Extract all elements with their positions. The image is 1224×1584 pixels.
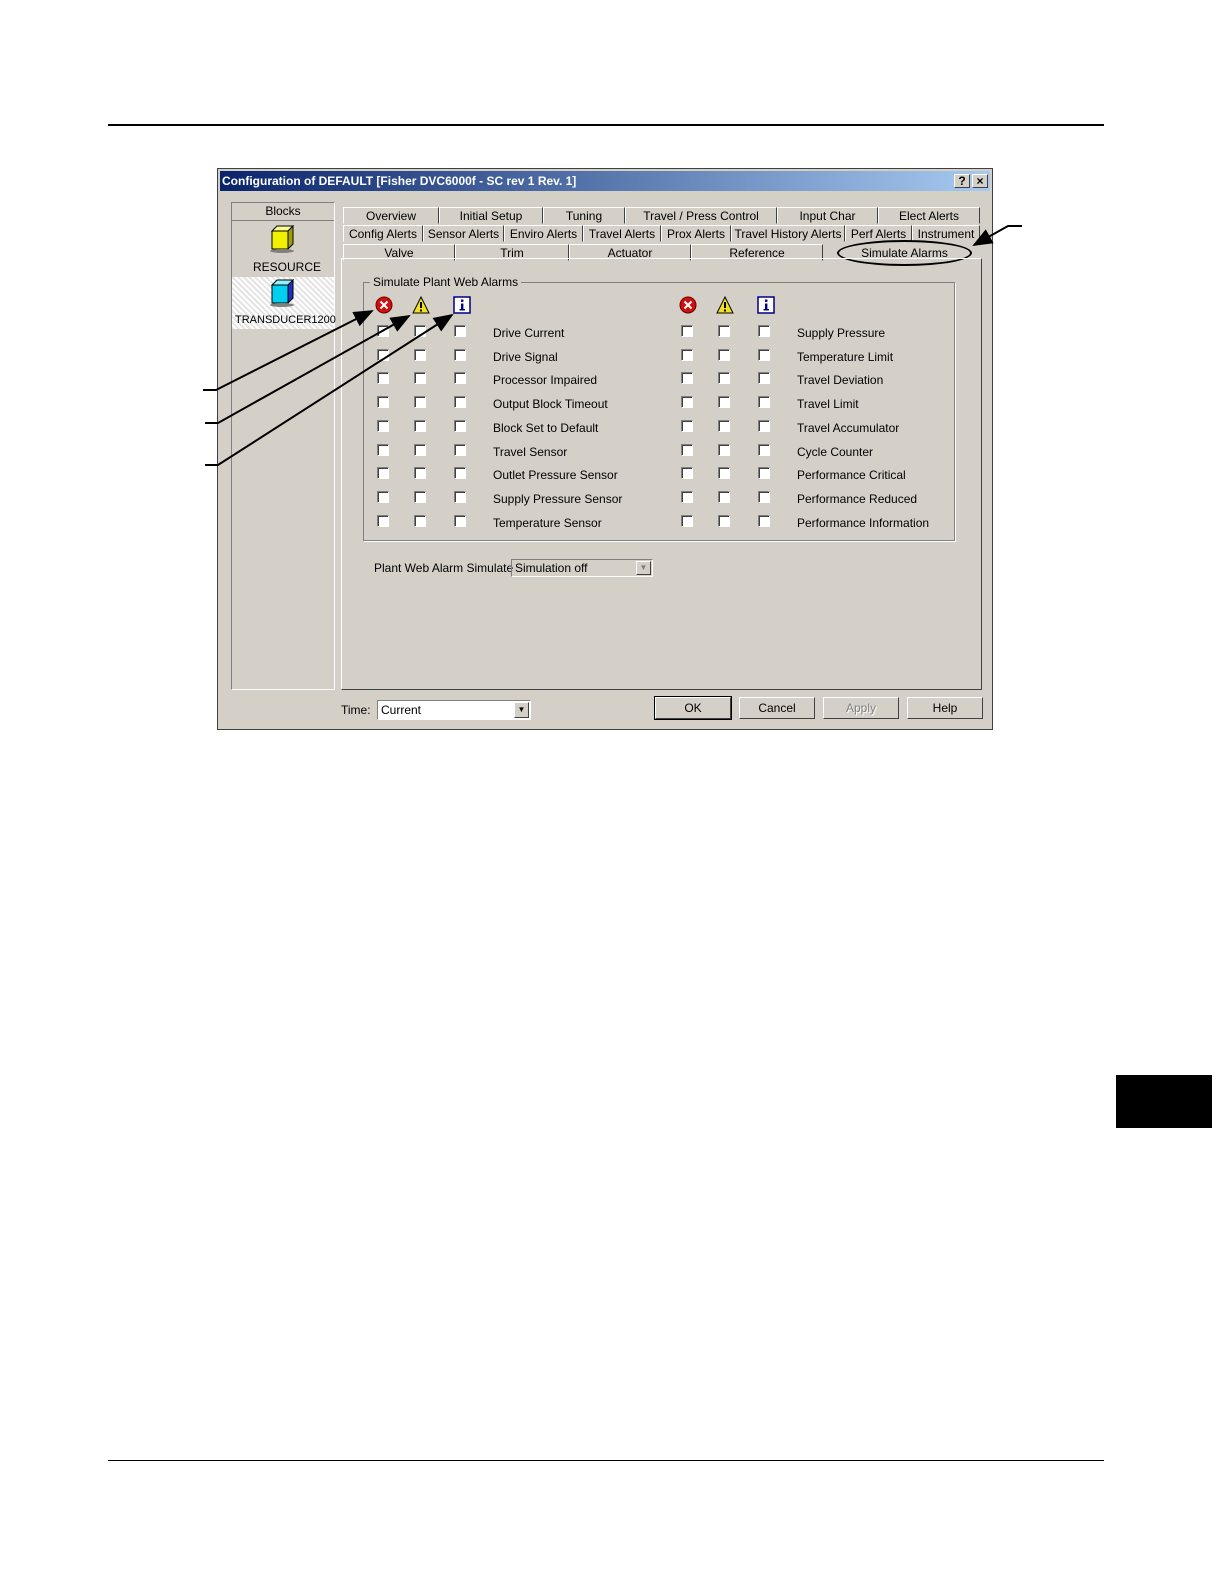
callout-arrows [203,225,1022,466]
page-bottom-rule [108,1460,1104,1461]
callout-advisory-arrow [205,313,454,466]
callout-simulate-alarms-arrow [972,225,1022,246]
section-tab-marker [1116,1075,1212,1128]
